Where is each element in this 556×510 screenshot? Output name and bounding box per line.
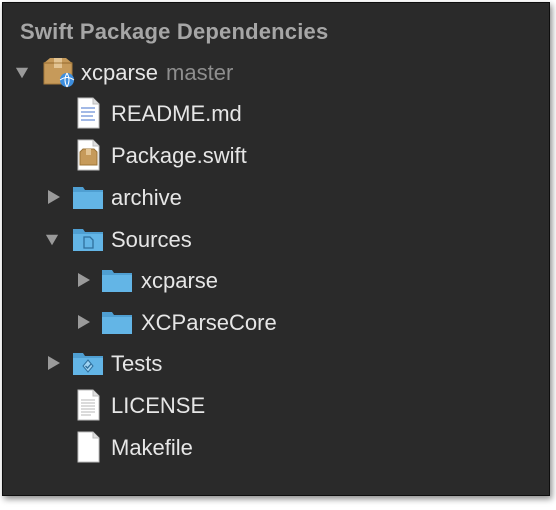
text-file-icon <box>71 388 105 422</box>
item-label: xcparse <box>141 268 219 293</box>
text-file-icon <box>71 430 105 464</box>
folder-icon <box>100 263 134 297</box>
package-swift-file-icon <box>71 138 105 172</box>
branch-label: master <box>166 60 234 85</box>
package-name: xcparse master <box>81 60 233 86</box>
item-label: Makefile <box>111 435 193 460</box>
disclosure-triangle-collapsed-icon[interactable] <box>47 355 61 371</box>
tests-folder-icon <box>71 346 105 380</box>
section-header: Swift Package Dependencies <box>20 19 329 44</box>
disclosure-triangle-collapsed-icon[interactable] <box>47 189 61 205</box>
folder-icon <box>71 180 105 214</box>
project-navigator: Swift Package Dependencies xcparse master <box>2 2 550 496</box>
item-label: LICENSE <box>111 393 206 418</box>
item-label: Package.swift <box>111 143 247 168</box>
package-name-text: xcparse <box>81 60 159 85</box>
item-label: README.md <box>111 101 242 126</box>
disclosure-triangle-collapsed-icon[interactable] <box>77 314 91 330</box>
sources-folder-icon <box>71 222 105 256</box>
package-icon <box>41 55 75 89</box>
item-label: Tests <box>111 351 163 376</box>
disclosure-triangle-collapsed-icon[interactable] <box>77 272 91 288</box>
disclosure-triangle-expanded-icon[interactable] <box>15 65 29 81</box>
item-label: XCParseCore <box>141 310 277 335</box>
item-label: archive <box>111 185 182 210</box>
item-label: Sources <box>111 227 192 252</box>
folder-icon <box>100 305 134 339</box>
markdown-file-icon <box>71 96 105 130</box>
disclosure-triangle-expanded-icon[interactable] <box>45 232 59 248</box>
